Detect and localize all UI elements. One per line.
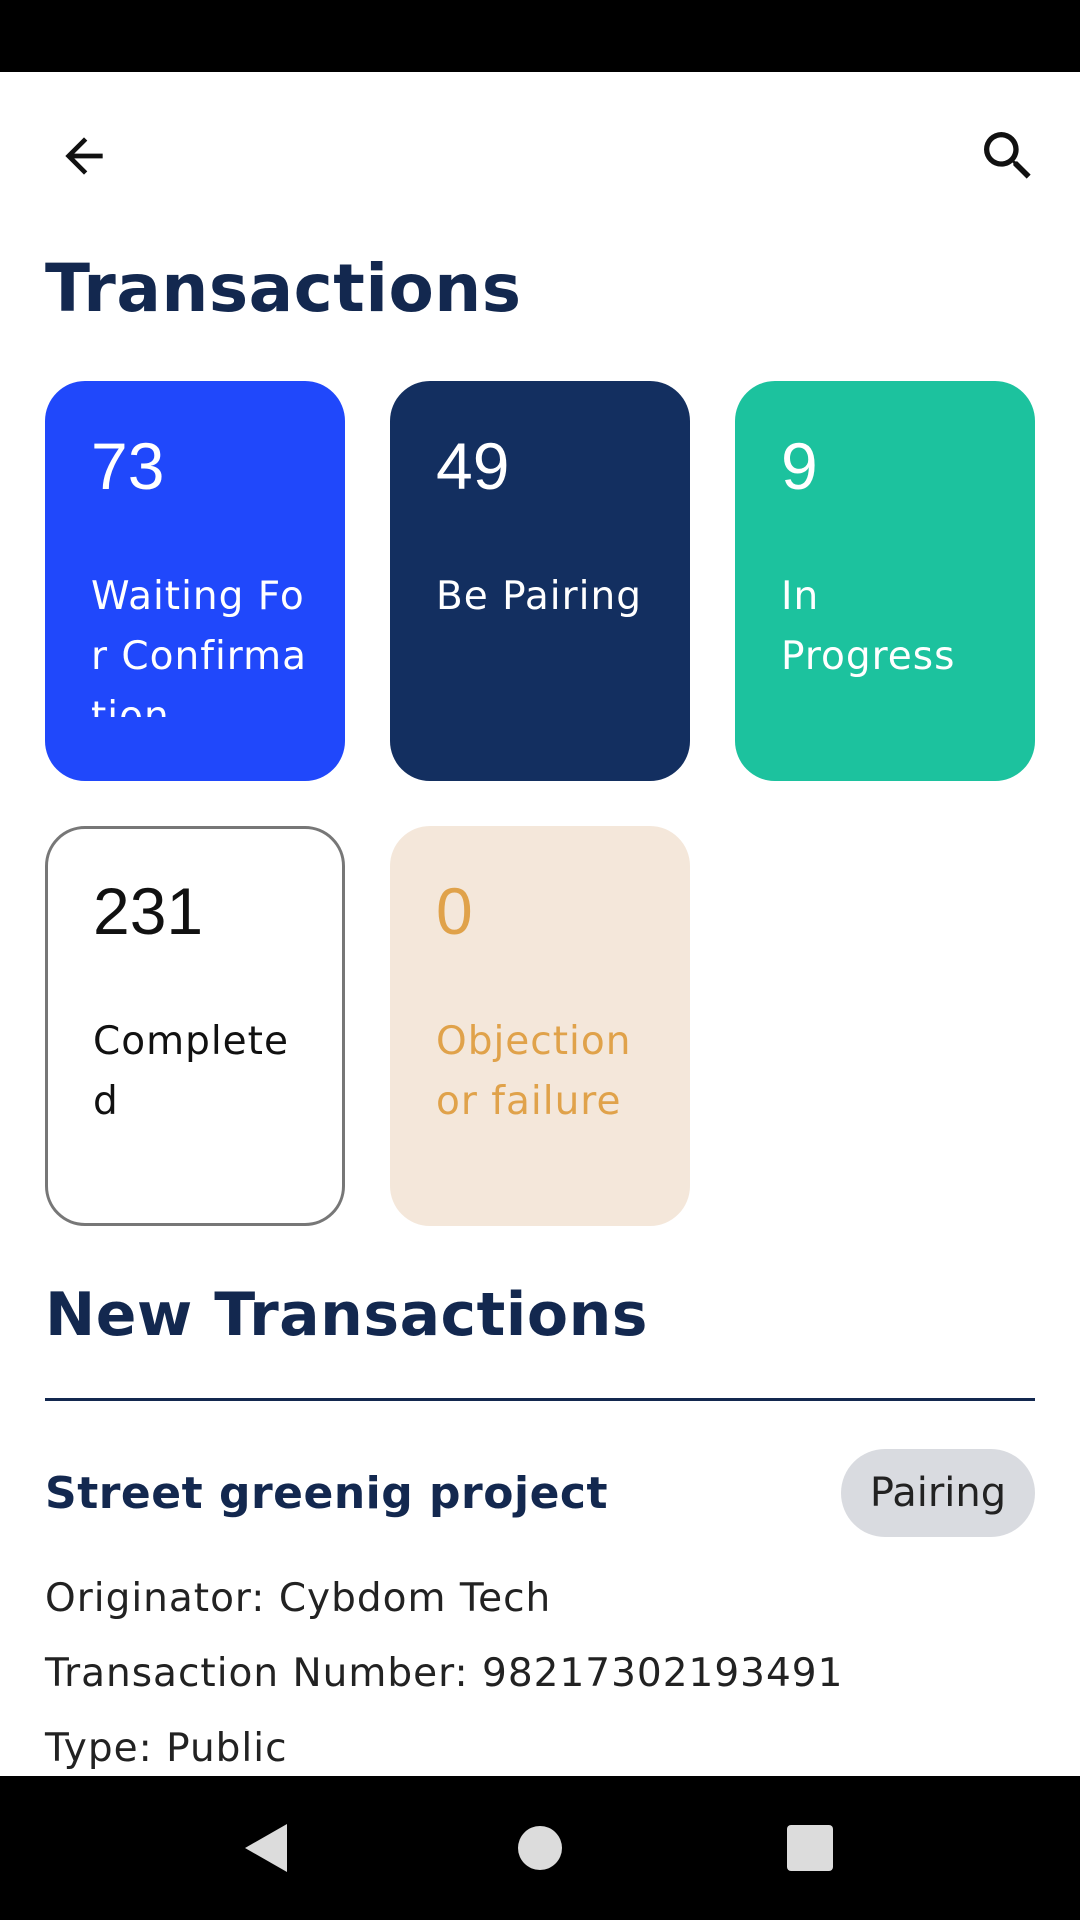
section-title-new-transactions: New Transactions (45, 1280, 649, 1350)
nav-home-button[interactable] (490, 1798, 590, 1898)
transaction-number: Transaction Number: 98217302193491 (45, 1651, 844, 1696)
arrow-left-icon (65, 137, 103, 175)
stat-label: Completed (93, 1019, 289, 1124)
page-title: Transactions (45, 250, 522, 327)
section-divider (45, 1398, 1035, 1401)
stat-card-be-pairing[interactable]: 49 Be Pairing (390, 381, 690, 781)
status-badge: Pairing (841, 1449, 1035, 1537)
nav-back-button[interactable] (217, 1798, 317, 1898)
search-icon (984, 132, 1031, 179)
nav-recent-button[interactable] (760, 1798, 860, 1898)
stat-label: In Progress (781, 574, 956, 679)
stat-count: 49 (436, 429, 510, 503)
stat-card-objection-or-failure[interactable]: 0 Objection or failure (390, 826, 690, 1226)
transaction-title: Street greenig project (45, 1468, 609, 1519)
square-recent-icon (787, 1825, 833, 1871)
transaction-originator: Originator: Cybdom Tech (45, 1576, 552, 1621)
transaction-type: Type: Public (45, 1726, 288, 1771)
search-button[interactable] (960, 108, 1056, 204)
top-app-bar (0, 72, 1080, 240)
stat-label: Waiting For Confirmation (91, 574, 308, 717)
stat-count: 9 (781, 429, 818, 503)
stat-label: Objection or failure (436, 1019, 632, 1124)
stat-label: Be Pairing (436, 574, 642, 619)
system-navigation-bar (0, 1776, 1080, 1920)
stat-count: 73 (91, 429, 165, 503)
stat-count: 231 (93, 874, 204, 948)
triangle-back-icon (245, 1824, 287, 1872)
circle-home-icon (518, 1826, 562, 1870)
stat-card-completed[interactable]: 231 Completed (45, 826, 345, 1226)
stat-card-waiting-for-confirmation[interactable]: 73 Waiting For Confirmation (45, 381, 345, 781)
stat-count: 0 (436, 874, 473, 948)
status-bar (0, 0, 1080, 72)
stat-card-in-progress[interactable]: 9 In Progress (735, 381, 1035, 781)
back-button[interactable] (36, 108, 132, 204)
